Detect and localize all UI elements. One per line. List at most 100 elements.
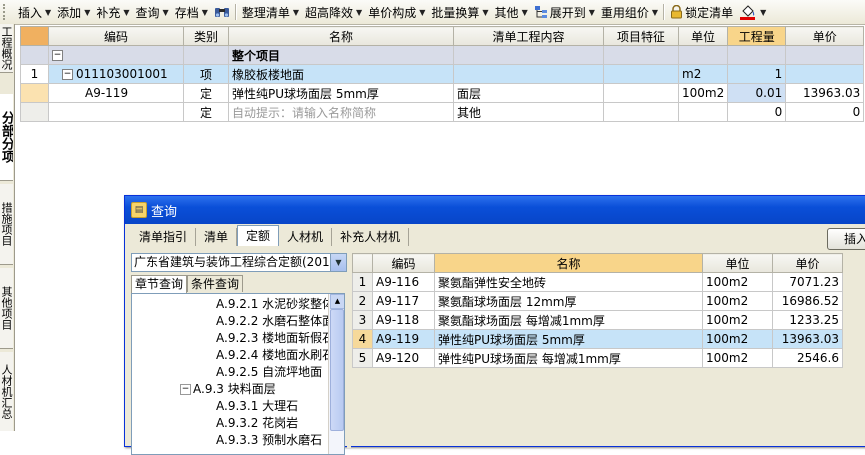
tab-bill[interactable]: 清单 bbox=[196, 228, 238, 246]
tab-chapter-search[interactable]: 章节查询 bbox=[131, 275, 188, 294]
cell-feature[interactable] bbox=[603, 64, 679, 84]
tree-node[interactable]: A.9.2.3 楼地面斩假石 bbox=[216, 330, 334, 347]
cell-feature[interactable] bbox=[603, 102, 679, 122]
cell-code[interactable] bbox=[48, 102, 184, 122]
cell-name[interactable]: 聚氨酯弹性安全地砖 bbox=[434, 272, 703, 292]
row-number[interactable]: 1 bbox=[352, 272, 373, 292]
cell-code[interactable]: A9-116 bbox=[372, 272, 435, 292]
cell-code[interactable]: A9-117 bbox=[372, 291, 435, 311]
cell-unit[interactable]: 100m2 bbox=[702, 348, 773, 368]
tab-condition-search[interactable]: 条件查询 bbox=[187, 275, 244, 292]
column-header-code[interactable]: 编码 bbox=[48, 26, 184, 46]
row-number[interactable] bbox=[20, 45, 49, 65]
cell-name[interactable]: 自动提示：请输入名称简称 bbox=[228, 102, 454, 122]
high-rise-efficiency-menu[interactable]: 超高降效 ▼ bbox=[302, 2, 365, 22]
cell-type[interactable] bbox=[183, 45, 229, 65]
find-button[interactable] bbox=[211, 2, 233, 22]
cell-type[interactable]: 定 bbox=[183, 102, 229, 122]
column-header-name[interactable]: 名称 bbox=[228, 26, 454, 46]
collapse-icon[interactable]: − bbox=[52, 50, 63, 61]
archive-menu[interactable]: 存档 ▼ bbox=[172, 2, 211, 22]
insert-menu[interactable]: 插入 ▼ bbox=[15, 2, 54, 22]
chevron-down-icon[interactable]: ▼ bbox=[330, 254, 346, 271]
cell-code[interactable]: A9-120 bbox=[372, 348, 435, 368]
tree-node[interactable]: − A.9.3 块料面层 bbox=[180, 381, 276, 398]
tab-measures[interactable]: 措施项目 bbox=[0, 184, 13, 265]
column-header-unit-price[interactable]: 单价 bbox=[772, 253, 843, 273]
column-header-content[interactable]: 清单工程内容 bbox=[453, 26, 604, 46]
table-row[interactable]: 1 −011103001001 项 橡胶板楼地面 m2 1 bbox=[20, 64, 865, 84]
collapse-icon[interactable]: − bbox=[180, 384, 191, 395]
reuse-pricing-menu[interactable]: 重用组价 ▼ bbox=[598, 2, 661, 22]
table-row[interactable]: 定 自动提示：请输入名称简称 其他 0 0 bbox=[20, 102, 865, 122]
cell-unit-price[interactable]: 0 bbox=[785, 102, 865, 122]
cell-unit[interactable] bbox=[677, 45, 729, 65]
cell-name[interactable]: 聚氨酯球场面层 12mm厚 bbox=[434, 291, 703, 311]
cell-unit-price[interactable] bbox=[785, 64, 865, 84]
row-number[interactable]: 5 bbox=[352, 348, 373, 368]
cell-name[interactable]: 橡胶板楼地面 bbox=[228, 64, 454, 84]
column-header-code[interactable]: 编码 bbox=[372, 253, 435, 273]
tab-labor-material[interactable]: 人材机 bbox=[279, 228, 333, 246]
cell-feature[interactable] bbox=[603, 45, 679, 65]
tree-node[interactable]: A.9.3.1 大理石 bbox=[216, 398, 298, 415]
tab-quota[interactable]: 定额 bbox=[237, 225, 280, 246]
tab-supplement-labor-material[interactable]: 补充人材机 bbox=[332, 228, 410, 246]
column-header-feature[interactable]: 项目特征 bbox=[603, 26, 679, 46]
scroll-up-icon[interactable]: ▲ bbox=[330, 294, 344, 309]
other-menu[interactable]: 其他 ▼ bbox=[492, 2, 531, 22]
table-row[interactable]: 1 A9-116 聚氨酯弹性安全地砖 100m2 7071.23 bbox=[352, 272, 843, 292]
row-number[interactable]: 1 bbox=[20, 64, 49, 84]
batch-convert-menu[interactable]: 批量换算 ▼ bbox=[428, 2, 491, 22]
table-row[interactable]: 5 A9-120 弹性纯PU球场面层 每增减1mm厚 100m2 2546.6 bbox=[352, 348, 843, 368]
cell-code[interactable]: − bbox=[48, 45, 184, 65]
cell-type[interactable]: 定 bbox=[183, 83, 229, 103]
table-row[interactable]: 4 A9-119 弹性纯PU球场面层 5mm厚 100m2 13963.03 bbox=[352, 329, 843, 349]
dialog-title-bar[interactable]: ▤ 查询 bbox=[125, 196, 865, 224]
table-row[interactable]: − 整个项目 bbox=[20, 45, 865, 65]
organize-list-menu[interactable]: 整理清单 ▼ bbox=[239, 2, 302, 22]
supplement-menu[interactable]: 补充 ▼ bbox=[93, 2, 132, 22]
tab-bill-guide[interactable]: 清单指引 bbox=[131, 228, 197, 246]
add-menu[interactable]: 添加 ▼ bbox=[54, 2, 93, 22]
cell-unit[interactable]: 100m2 bbox=[702, 291, 773, 311]
grid-corner[interactable] bbox=[352, 253, 373, 273]
expand-to-menu[interactable]: 展开到 ▼ bbox=[531, 2, 598, 22]
table-row[interactable]: A9-119 定 弹性纯PU球场面层 5mm厚 面层 100m2 0.01 13… bbox=[20, 83, 865, 103]
tree-node[interactable]: A.9.3.3 预制水磨石 bbox=[216, 432, 322, 449]
cell-quantity[interactable]: 1 bbox=[727, 64, 787, 84]
cell-quantity[interactable]: 0 bbox=[727, 102, 787, 122]
row-number[interactable]: 4 bbox=[352, 329, 373, 349]
cell-unit-price[interactable]: 13963.03 bbox=[785, 83, 865, 103]
cell-unit[interactable]: 100m2 bbox=[702, 310, 773, 330]
tree-node[interactable]: A.9.2.5 自流坪地面 bbox=[216, 364, 322, 381]
cell-unit-price[interactable]: 1233.25 bbox=[772, 310, 843, 330]
cell-unit-price[interactable]: 16986.52 bbox=[772, 291, 843, 311]
column-header-unit-price[interactable]: 单价 bbox=[785, 26, 865, 46]
cell-unit-price[interactable] bbox=[785, 45, 865, 65]
collapse-icon[interactable]: − bbox=[62, 69, 73, 80]
color-fill-button[interactable]: ▼ bbox=[736, 2, 769, 22]
cell-name[interactable]: 聚氨酯球场面层 每增减1mm厚 bbox=[434, 310, 703, 330]
cell-code[interactable]: A9-118 bbox=[372, 310, 435, 330]
cell-content[interactable]: 其他 bbox=[453, 102, 604, 122]
column-header-type[interactable]: 类别 bbox=[183, 26, 229, 46]
cell-content[interactable] bbox=[453, 64, 604, 84]
tree-node[interactable]: A.9.3.2 花岗岩 bbox=[216, 415, 298, 432]
query-menu[interactable]: 查询 ▼ bbox=[133, 2, 172, 22]
insert-button[interactable]: 插入 bbox=[827, 228, 865, 250]
cell-unit[interactable]: 100m2 bbox=[702, 272, 773, 292]
row-number[interactable]: 3 bbox=[352, 310, 373, 330]
column-header-quantity[interactable]: 工程量 bbox=[727, 26, 787, 46]
cell-quantity[interactable] bbox=[727, 45, 787, 65]
unit-price-composition-menu[interactable]: 单价构成 ▼ bbox=[365, 2, 428, 22]
table-row[interactable]: 2 A9-117 聚氨酯球场面层 12mm厚 100m2 16986.52 bbox=[352, 291, 843, 311]
column-header-unit[interactable]: 单位 bbox=[702, 253, 773, 273]
cell-content[interactable]: 面层 bbox=[453, 83, 604, 103]
cell-name[interactable]: 整个项目 bbox=[228, 45, 454, 65]
tab-labor-material-summary[interactable]: 人材机汇总 bbox=[0, 352, 13, 431]
row-number[interactable]: 2 bbox=[352, 291, 373, 311]
cell-quantity[interactable]: 0.01 bbox=[727, 83, 787, 103]
tab-sub-items[interactable]: 分部分项 bbox=[0, 94, 13, 181]
row-number[interactable] bbox=[20, 102, 49, 122]
